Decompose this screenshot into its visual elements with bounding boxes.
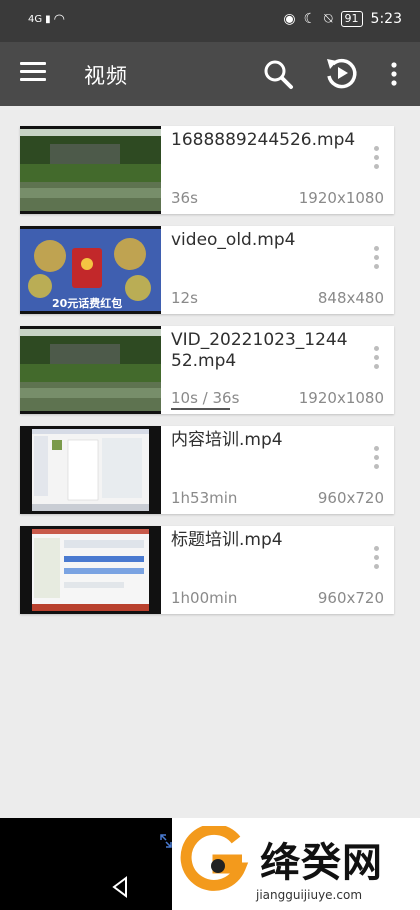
more-vert-icon[interactable] [384,60,404,88]
video-resolution: 960x720 [317,489,384,507]
wifi-icon: ◠ [53,12,65,27]
video-item[interactable]: 1688889244526.mp4 36s 1920x1080 [20,126,394,214]
watermark-url: jiangguijiuye.com [256,888,363,902]
search-icon[interactable] [262,58,294,90]
item-more-icon[interactable] [372,546,380,574]
video-filename: 1688889244526.mp4 [171,130,356,150]
video-item[interactable]: 内容培训.mp4 1h53min 960x720 [20,426,394,514]
mute-bell-icon: ⍉ [324,11,333,27]
status-right: ◉ ☾ ⍉ 91 5:23 [283,11,402,27]
clock: 5:23 [370,11,402,27]
expand-icon[interactable] [160,834,172,848]
video-item[interactable]: 标题培训.mp4 1h00min 960x720 [20,526,394,614]
page-title: 视频 [84,64,128,88]
video-filename: VID_20221023_124452.mp4 [171,330,348,371]
video-item[interactable]: VID_20221023_124452.mp4 10s / 36s 1920x1… [20,326,394,414]
video-thumbnail[interactable] [20,326,161,414]
video-thumbnail[interactable]: 20元话费红包 [20,226,161,314]
video-filename: 标题培训.mp4 [171,530,283,550]
moon-icon: ☾ [303,11,317,27]
status-left: 4G ▮ ◠ [28,12,65,27]
item-more-icon[interactable] [372,446,380,474]
logo-icon [180,826,249,891]
video-duration: 36s [171,189,198,207]
watermark-brand: 绛癸网 [260,840,383,886]
status-bar: 4G ▮ ◠ ◉ ☾ ⍉ 91 5:23 [0,0,420,42]
item-more-icon[interactable] [372,146,380,174]
item-more-icon[interactable] [372,346,380,374]
video-thumbnail[interactable] [20,526,161,614]
menu-icon[interactable] [20,62,46,86]
video-filename: video_old.mp4 [171,230,296,250]
video-resolution: 848x480 [317,289,384,307]
history-play-icon[interactable] [324,56,358,90]
video-thumbnail[interactable] [20,426,161,514]
video-duration: 12s [171,289,198,307]
video-resolution: 1920x1080 [298,189,384,207]
network-type: 4G [28,14,43,25]
signal-icon: ▮ [45,14,51,25]
video-item[interactable]: 20元话费红包 video_old.mp4 12s 848x480 [20,226,394,314]
video-resolution: 960x720 [317,589,384,607]
video-list: 1688889244526.mp4 36s 1920x1080 20元话费红包 … [20,126,394,626]
app-toolbar: 视频 [0,42,420,106]
video-thumbnail[interactable] [20,126,161,214]
video-filename: 内容培训.mp4 [171,430,283,450]
item-more-icon[interactable] [372,246,380,274]
video-duration: 1h00min [171,589,238,607]
site-watermark: 绛癸网 jiangguijiuye.com [172,818,420,910]
watch-progress-bar [171,408,230,410]
back-icon[interactable] [110,876,130,898]
video-duration: 1h53min [171,489,238,507]
video-playback-position: 10s / 36s [171,389,240,407]
thumbnail-caption: 20元话费红包 [52,296,122,310]
battery-icon: 91 [340,11,363,27]
eye-icon: ◉ [283,11,296,27]
video-resolution: 1920x1080 [298,389,384,407]
